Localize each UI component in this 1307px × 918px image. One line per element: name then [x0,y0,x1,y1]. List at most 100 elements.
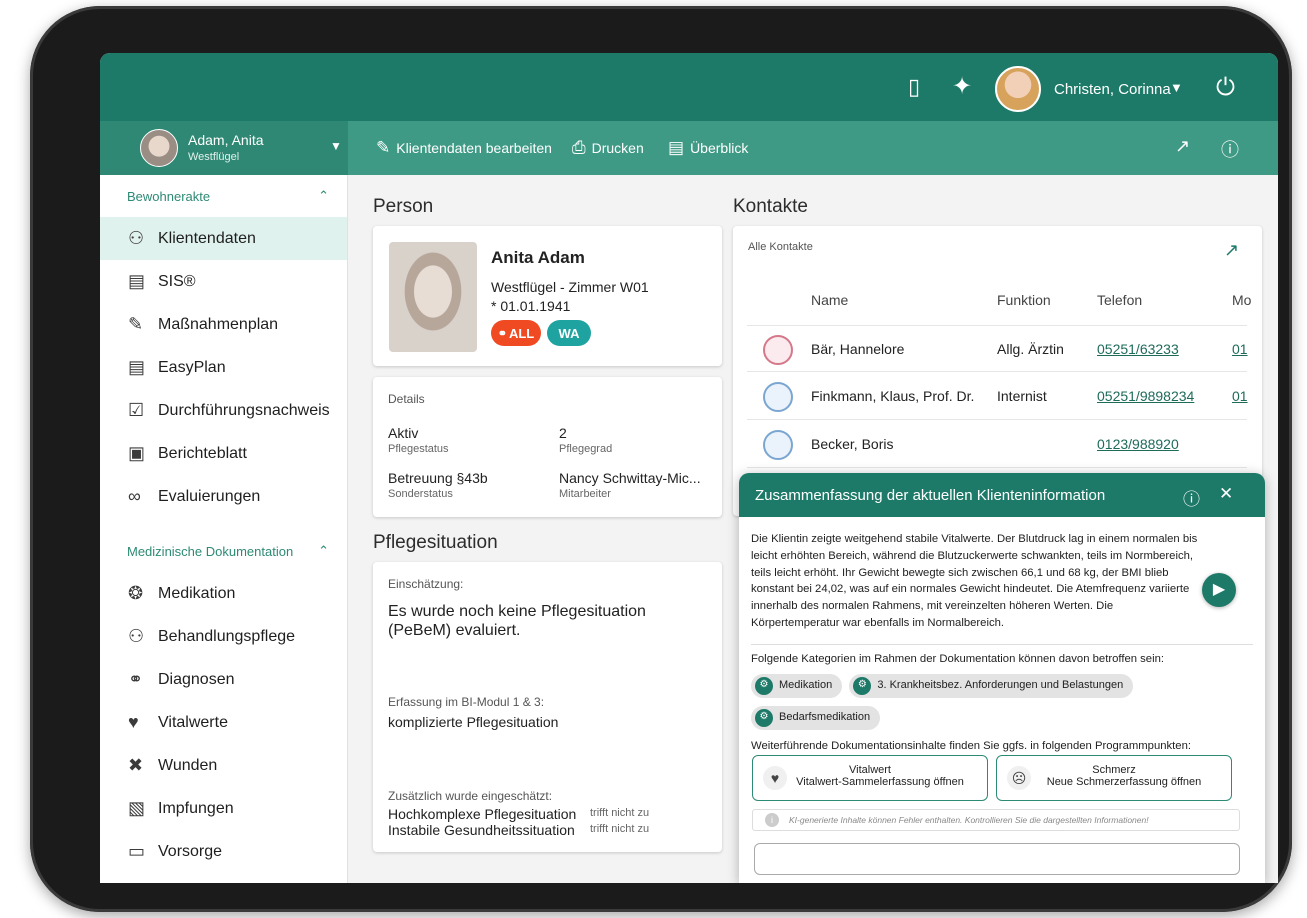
chevron-down-icon[interactable]: ▼ [330,139,342,153]
contact-phone[interactable]: 05251/63233 [1097,341,1179,357]
sidebar-item-sis[interactable]: ▤ SIS® [100,260,347,303]
sidebar-item-easyplan[interactable]: ▤ EasyPlan [100,346,347,389]
care-grade-label: Pflegegrad [559,443,613,455]
care-status-value: Aktiv [388,425,419,441]
contact-phone[interactable]: 05251/9898234 [1097,388,1194,404]
sidebar-item-vitalwerte[interactable]: ♥ Vitalwerte [100,701,347,744]
section-bewohnerakte[interactable]: Bewohnerakte ⌃ [100,175,347,217]
sidebar-item-durchfuehrungsnachweis[interactable]: ☑ Durchführungsnachweis [100,389,347,432]
doctor-female-icon [763,335,793,365]
read-aloud-button[interactable]: ▶ [1202,573,1236,607]
help-icon[interactable]: ⓘ [1221,136,1239,162]
sidebar-item-label: Vitalwerte [158,713,228,731]
allergy-badge[interactable]: ⚭ ALL [491,320,541,346]
staff-label: Mitarbeiter [559,488,611,500]
category-chips-row2: ⚙ Bedarfsmedikation [751,705,1253,730]
user-name[interactable]: Christen, Corinna [1054,81,1171,98]
app-screen: ▯ ✦ Christen, Corinna ▼ ⏻ Adam, Anita We… [100,53,1278,883]
vitalwert-button[interactable]: ♥ Vitalwert Vitalwert-Sammelerfassung öf… [752,755,988,801]
care-status-label: Pflegestatus [388,443,449,455]
print-label: Drucken [591,140,644,156]
sidebar-item-diagnosen[interactable]: ⚭ Diagnosen [100,658,347,701]
extra-item-2: Instabile Gesundheitssituation [388,822,575,838]
sidebar-item-evaluierungen[interactable]: ∞ Evaluierungen [100,475,347,518]
care-grade-value: 2 [559,425,567,441]
bi-module-value: komplizierte Pflegesituation [388,714,559,730]
clipboard-check-icon: ☑ [128,400,145,420]
client-ward: Westflügel [188,151,240,163]
open-external-icon[interactable]: ↗ [1224,240,1239,261]
sidebar-item-behandlungspflege[interactable]: ⚇ Behandlungspflege [100,615,347,658]
allergy-icon: ⚭ [497,327,507,340]
close-icon[interactable]: ✕ [1219,484,1233,504]
sidebar-item-wunden[interactable]: ✖ Wunden [100,744,347,787]
chevron-up-icon[interactable]: ⌃ [318,543,329,559]
sidebar-item-berichteblatt[interactable]: ▣ Berichteblatt [100,432,347,475]
book-icon: ▧ [128,798,146,818]
sidebar: Bewohnerakte ⌃ ⚇ Klientendaten ▤ SIS® ✎ Maß… [100,175,348,883]
bookmark-icon[interactable]: ▯ [908,75,920,99]
chip-medikation[interactable]: ⚙ Medikation [751,673,843,698]
col-header-more: Mo [1232,292,1252,308]
client-avatar [140,129,178,167]
table-row[interactable]: Bär, Hannelore Allg. Ärztin 05251/63233 … [747,325,1248,372]
overview-button[interactable]: ▤ Überblick [668,138,748,158]
table-row[interactable]: Finkmann, Klaus, Prof. Dr. Internist 052… [747,373,1248,420]
extra-item-1: Hochkomplexe Pflegesituation [388,806,577,822]
extra-item-2-state: trifft nicht zu [590,823,650,835]
heart-pulse-icon: ♥ [763,766,787,790]
pill-icon: ❂ [128,583,144,603]
section-label: Medizinische Dokumentation [127,543,294,559]
details-card: Details Aktiv Pflegestatus 2 Pflegegrad … [373,377,722,517]
sidebar-item-klientendaten[interactable]: ⚇ Klientendaten [100,217,347,260]
print-button[interactable]: ⎙ Drucken [572,138,644,158]
top-bar: ▯ ✦ Christen, Corinna ▼ ⏻ [100,53,1278,121]
wa-badge[interactable]: WA [547,320,591,346]
person-name: Anita Adam [491,248,585,267]
edit-client-button[interactable]: ✎ Klientendaten bearbeiten [376,138,552,158]
sidebar-item-label: Impfungen [158,799,234,817]
popup-title: Zusammenfassung der aktuellen Klientenin… [755,487,1106,504]
contact-name: Becker, Boris [811,436,894,452]
stethoscope-icon: ⚭ [128,669,144,689]
category-icon: ⚙ [755,676,773,695]
table-row[interactable]: Becker, Boris 0123/988920 [747,421,1247,468]
contact-more[interactable]: 01 [1232,341,1248,357]
sidebar-item-medikation[interactable]: ❂ Medikation [100,572,347,615]
user-avatar[interactable] [995,66,1041,112]
chat-input[interactable] [754,843,1240,875]
sidebar-item-label: Durchführungsnachweis [158,401,330,419]
staff-value: Nancy Schwittay-Mic... [559,470,701,486]
category-icon: ⚙ [755,708,773,727]
contact-phone[interactable]: 0123/988920 [1097,436,1179,452]
contact-function: Internist [997,388,1047,404]
sidebar-item-massnahmenplan[interactable]: ✎ Maßnahmenplan [100,303,347,346]
sad-face-icon: ☹ [1007,766,1031,790]
doctor-male-icon [763,382,793,412]
section-medizinische-dokumentation[interactable]: Medizinische Dokumentation ⌃ [100,530,347,572]
person-icon [763,430,793,460]
sidebar-item-impfungen[interactable]: ▧ Impfungen [100,787,347,830]
help-icon[interactable]: ⓘ [1183,485,1200,510]
sidebar-item-vorsorge[interactable]: ▭ Vorsorge [100,830,347,873]
category-icon: ⚙ [853,676,872,695]
power-icon[interactable]: ⏻ [1216,74,1235,102]
report-icon: ▣ [128,443,146,463]
contact-name: Finkmann, Klaus, Prof. Dr. [811,388,975,404]
contact-name: Bär, Hannelore [811,341,905,357]
pflege-section-title: Pflegesituation [373,532,498,553]
info-icon: i [765,813,779,827]
chip-krankheitsbez[interactable]: ⚙ 3. Krankheitsbez. Anforderungen und Bel… [849,673,1134,698]
edit-client-label: Klientendaten bearbeiten [396,140,552,156]
chip-bedarfsmedikation[interactable]: ⚙ Bedarfsmedikation [751,705,881,730]
contact-more[interactable]: 01 [1232,388,1248,404]
open-external-icon[interactable]: ↗ [1175,136,1190,157]
chevron-up-icon[interactable]: ⌃ [318,188,329,204]
wa-badge-label: WA [558,325,580,341]
schmerz-button[interactable]: ☹ Schmerz Neue Schmerzerfassung öffnen [996,755,1232,801]
pflege-card: Einschätzung: Es wurde noch keine Pflege… [373,562,722,852]
client-selector[interactable]: Adam, Anita Westflügel ▼ [100,121,348,175]
person-card: Anita Adam Westflügel - Zimmer W01 * 01.… [373,226,722,366]
sparkle-icon[interactable]: ✦ [952,75,972,99]
chevron-down-icon[interactable]: ▼ [1170,80,1183,95]
